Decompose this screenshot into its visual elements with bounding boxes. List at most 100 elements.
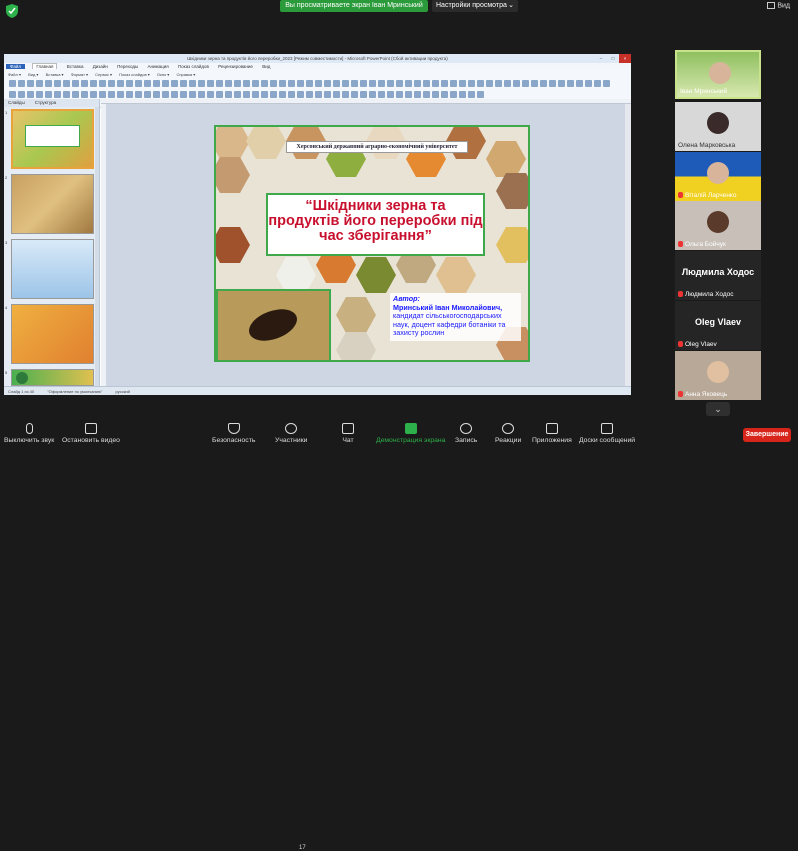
ribbon-tool-icon[interactable] bbox=[270, 80, 277, 87]
tab-review[interactable]: Рецензирование bbox=[218, 64, 253, 69]
tab-transitions[interactable]: Переходы bbox=[117, 64, 138, 69]
ribbon-tool-icon[interactable] bbox=[171, 91, 178, 98]
ribbon-tool-icon[interactable] bbox=[441, 80, 448, 87]
view-options-dropdown[interactable]: Настройки просмотра ⌄ bbox=[432, 0, 518, 12]
ribbon-tool-icon[interactable] bbox=[297, 80, 304, 87]
minimize-icon[interactable]: – bbox=[595, 54, 607, 63]
tab-outline[interactable]: Структура bbox=[35, 100, 56, 105]
ribbon-tool-icon[interactable] bbox=[225, 80, 232, 87]
end-meeting-button[interactable]: Завершение bbox=[743, 428, 791, 442]
ribbon-tool-icon[interactable] bbox=[531, 80, 538, 87]
tab-slides[interactable]: Слайды bbox=[8, 100, 25, 105]
ribbon-tool-icon[interactable] bbox=[252, 91, 259, 98]
ribbon-tool-icon[interactable] bbox=[144, 80, 151, 87]
ribbon-tool-icon[interactable] bbox=[450, 80, 457, 87]
ribbon-tool-icon[interactable] bbox=[279, 80, 286, 87]
ribbon-tool-icon[interactable] bbox=[243, 91, 250, 98]
ribbon-tool-icon[interactable] bbox=[90, 91, 97, 98]
ribbon-tool-icon[interactable] bbox=[72, 80, 79, 87]
ribbon-tool-icon[interactable] bbox=[423, 91, 430, 98]
ribbon-tool-icon[interactable] bbox=[144, 91, 151, 98]
ribbon-tool-icon[interactable] bbox=[81, 80, 88, 87]
ribbon-tool-icon[interactable] bbox=[558, 80, 565, 87]
ribbon-tool-icon[interactable] bbox=[315, 91, 322, 98]
ribbon-tool-icon[interactable] bbox=[396, 91, 403, 98]
ribbon-tool-icon[interactable] bbox=[522, 80, 529, 87]
classic-menu-format[interactable]: Формат ▾ bbox=[71, 72, 88, 77]
share-screen-button[interactable]: Демонстрация экрана bbox=[376, 423, 445, 444]
ribbon-tool-icon[interactable] bbox=[342, 80, 349, 87]
ribbon-tool-icon[interactable] bbox=[153, 80, 160, 87]
ribbon-tool-icon[interactable] bbox=[162, 91, 169, 98]
ribbon-tool-icon[interactable] bbox=[279, 91, 286, 98]
ribbon-tool-icon[interactable] bbox=[306, 91, 313, 98]
ribbon-tool-icon[interactable] bbox=[63, 91, 70, 98]
participant-tile[interactable]: Ольга Бойчук bbox=[675, 201, 761, 250]
ribbon-tool-icon[interactable] bbox=[369, 91, 376, 98]
ribbon-tool-icon[interactable] bbox=[315, 80, 322, 87]
ribbon-tool-icon[interactable] bbox=[27, 91, 34, 98]
record-button[interactable]: Запись bbox=[455, 423, 477, 444]
stop-video-button[interactable]: Остановить видео bbox=[62, 423, 120, 444]
classic-menu-file[interactable]: Файл ▾ bbox=[8, 72, 21, 77]
ribbon-tool-icon[interactable] bbox=[189, 91, 196, 98]
ribbon-tool-icon[interactable] bbox=[9, 80, 16, 87]
slides-pane-scrollbar[interactable] bbox=[95, 107, 99, 386]
ribbon-tool-icon[interactable] bbox=[180, 80, 187, 87]
ribbon-tool-icon[interactable] bbox=[387, 91, 394, 98]
ribbon-tool-icon[interactable] bbox=[486, 80, 493, 87]
ribbon-tool-icon[interactable] bbox=[99, 80, 106, 87]
ribbon-tool-icon[interactable] bbox=[414, 91, 421, 98]
ribbon-tool-icon[interactable] bbox=[63, 80, 70, 87]
ribbon-tool-icon[interactable] bbox=[243, 80, 250, 87]
classic-menu-insert[interactable]: Вставка ▾ bbox=[46, 72, 64, 77]
close-icon[interactable]: × bbox=[619, 54, 631, 63]
slide-thumbnail-4[interactable] bbox=[11, 304, 94, 364]
slide-thumbnail-1[interactable] bbox=[11, 109, 94, 169]
classic-menu-window[interactable]: Окно ▾ bbox=[157, 72, 169, 77]
ribbon-tool-icon[interactable] bbox=[459, 80, 466, 87]
ribbon-tool-icon[interactable] bbox=[54, 80, 61, 87]
tab-home[interactable]: Главная bbox=[32, 63, 58, 69]
chat-button[interactable]: Чат bbox=[342, 423, 354, 444]
ribbon-tool-icon[interactable] bbox=[180, 91, 187, 98]
ribbon-tool-icon[interactable] bbox=[126, 80, 133, 87]
ribbon-tool-icon[interactable] bbox=[504, 80, 511, 87]
ribbon-tool-icon[interactable] bbox=[513, 80, 520, 87]
ribbon-tool-icon[interactable] bbox=[387, 80, 394, 87]
ribbon-tool-icon[interactable] bbox=[27, 80, 34, 87]
slide-thumbnail-3[interactable] bbox=[11, 239, 94, 299]
ribbon-tool-icon[interactable] bbox=[450, 91, 457, 98]
ribbon-tool-icon[interactable] bbox=[432, 80, 439, 87]
ribbon-tool-icon[interactable] bbox=[288, 80, 295, 87]
ribbon-tool-icon[interactable] bbox=[567, 80, 574, 87]
ribbon-tool-icon[interactable] bbox=[351, 80, 358, 87]
classic-menu-tools[interactable]: Сервис ▾ bbox=[95, 72, 112, 77]
ribbon-tool-icon[interactable] bbox=[594, 80, 601, 87]
ribbon-tool-icon[interactable] bbox=[36, 80, 43, 87]
more-participants-chevron-icon[interactable]: ⌄ bbox=[706, 402, 730, 416]
pen-annotation-icon[interactable] bbox=[16, 372, 28, 384]
ribbon-tool-icon[interactable] bbox=[351, 91, 358, 98]
ribbon-tool-icon[interactable] bbox=[360, 91, 367, 98]
ribbon-tool-icon[interactable] bbox=[72, 91, 79, 98]
ribbon-tool-icon[interactable] bbox=[477, 91, 484, 98]
apps-button[interactable]: Приложения bbox=[532, 423, 572, 444]
ribbon-tool-icon[interactable] bbox=[441, 91, 448, 98]
ribbon-tool-icon[interactable] bbox=[198, 91, 205, 98]
ribbon-tool-icon[interactable] bbox=[603, 80, 610, 87]
participant-tile[interactable]: Анна Яковець bbox=[675, 351, 761, 400]
tab-animation[interactable]: Анимация bbox=[148, 64, 169, 69]
ribbon-tool-icons[interactable] bbox=[8, 79, 618, 98]
ribbon-tool-icon[interactable] bbox=[216, 80, 223, 87]
ribbon-tool-icon[interactable] bbox=[396, 80, 403, 87]
ribbon-tool-icon[interactable] bbox=[324, 91, 331, 98]
ribbon-tool-icon[interactable] bbox=[477, 80, 484, 87]
reactions-button[interactable]: Реакции bbox=[495, 423, 521, 444]
ribbon-tool-icon[interactable] bbox=[576, 80, 583, 87]
ribbon-tool-icon[interactable] bbox=[369, 80, 376, 87]
classic-menu-slideshow[interactable]: Показ слайдов ▾ bbox=[119, 72, 150, 77]
tab-design[interactable]: Дизайн bbox=[93, 64, 108, 69]
ribbon-tool-icon[interactable] bbox=[324, 80, 331, 87]
ribbon-tool-icon[interactable] bbox=[495, 80, 502, 87]
